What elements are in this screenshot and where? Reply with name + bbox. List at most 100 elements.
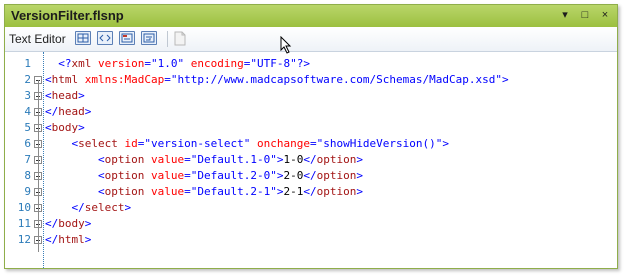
line-number: 8 [24, 169, 31, 182]
code-token: option [316, 153, 357, 166]
code-token: "version-select" [144, 137, 251, 150]
code-token: </ [45, 233, 59, 246]
code-line[interactable]: 11 </body> [5, 216, 605, 232]
code-token: > [78, 121, 85, 134]
line-number: 4 [24, 105, 31, 118]
code-token: id [124, 137, 138, 150]
code-token: "showHideVersion()" [316, 137, 443, 150]
tag-view-button[interactable] [97, 31, 113, 45]
code-token: html [58, 233, 85, 246]
grid-view-icon [77, 33, 89, 43]
code-token: 2-0 [283, 169, 304, 182]
code-line[interactable]: 4 </head> [5, 104, 605, 120]
code-token: = [184, 169, 191, 182]
tag-bar-button[interactable] [119, 31, 135, 45]
code-token: > [356, 153, 363, 166]
code-token: body [58, 217, 85, 230]
code-token: "http://www.madcapsoftware.com/Schemas/M… [170, 73, 502, 86]
close-icon[interactable]: × [599, 8, 611, 22]
code-token: = [164, 73, 171, 86]
line-number: 7 [24, 153, 31, 166]
code-token: option [104, 185, 145, 198]
code-token: value [150, 153, 185, 166]
code-token: < [97, 153, 105, 166]
code-token: </ [71, 201, 85, 214]
code-text: <html xmlns:MadCap="http://www.madcapsof… [45, 72, 509, 88]
code-line[interactable]: 7 <option value="Default.1-0">1-0</optio… [5, 152, 605, 168]
code-line[interactable]: 12 </html> [5, 232, 605, 248]
dropdown-arrow-icon[interactable]: ▾ [559, 8, 571, 22]
wrap-button[interactable] [141, 31, 157, 45]
code-token: xmlns:MadCap [84, 73, 165, 86]
maximize-icon[interactable]: □ [579, 8, 591, 22]
code-token: option [316, 169, 357, 182]
code-token: </ [45, 217, 59, 230]
code-token: < [45, 121, 52, 134]
code-line[interactable]: 6 <select id="version-select" onchange="… [5, 136, 605, 152]
code-token: select [78, 137, 118, 150]
code-token: < [97, 169, 105, 182]
title-bar[interactable]: VersionFilter.flsnp ▾ □ × [5, 5, 617, 28]
code-token: 2-1 [283, 185, 304, 198]
code-token: </ [303, 185, 317, 198]
code-token: value [150, 169, 185, 182]
code-token: = [144, 57, 151, 70]
code-text: <body> [45, 120, 85, 136]
code-token: ?> [296, 57, 310, 70]
line-number: 6 [24, 137, 31, 150]
line-number: 10 [17, 201, 31, 214]
code-line[interactable]: 8 <option value="Default.2-0">2-0</optio… [5, 168, 605, 184]
fold-guide [38, 80, 39, 252]
code-token: > [78, 89, 85, 102]
code-token: version [98, 57, 145, 70]
code-token: = [309, 137, 317, 150]
code-token: html [51, 73, 79, 86]
code-text: </html> [45, 232, 91, 248]
code-token: "Default.2-0" [190, 169, 277, 182]
code-line[interactable]: 3 <head> [5, 88, 605, 104]
code-line[interactable]: 1 <?xml version="1.0" encoding="UTF-8"?> [5, 56, 605, 72]
code-token: select [84, 201, 125, 214]
code-token: "Default.1-0" [190, 153, 277, 166]
code-token: head [58, 105, 85, 118]
code-token: > [356, 185, 363, 198]
code-editor[interactable]: 1 <?xml version="1.0" encoding="UTF-8"?>… [5, 52, 617, 268]
code-token: </ [303, 169, 317, 182]
code-token: "Default.2-1" [190, 185, 277, 198]
code-token: </ [303, 153, 317, 166]
code-token: > [502, 73, 509, 86]
code-line[interactable]: 2 <html xmlns:MadCap="http://www.madcapso… [5, 72, 605, 88]
code-text: <?xml version="1.0" encoding="UTF-8"?> [45, 56, 310, 72]
code-token: < [45, 73, 52, 86]
line-number: 2 [24, 73, 31, 86]
code-line[interactable]: 5 <body> [5, 120, 605, 136]
code-token: = [184, 185, 191, 198]
code-text: <option value="Default.1-0">1-0</option> [45, 152, 363, 168]
code-text: </body> [45, 216, 91, 232]
document-disabled-icon [173, 31, 187, 46]
tag-bar-icon [121, 33, 133, 43]
line-number: 1 [24, 57, 31, 70]
code-token: > [84, 217, 92, 230]
code-token: </ [45, 105, 59, 118]
code-line[interactable]: 9 <option value="Default.2-1">2-1</optio… [5, 184, 605, 200]
line-number: 5 [24, 121, 31, 134]
line-number: 11 [17, 217, 31, 230]
code-text: </select> [45, 200, 132, 216]
toolbar-label: Text Editor [9, 32, 66, 46]
code-line[interactable]: 10 </select> [5, 200, 605, 216]
toolbar-separator [167, 31, 168, 47]
code-text: <option value="Default.2-0">2-0</option> [45, 168, 363, 184]
code-token: option [316, 185, 357, 198]
xml-view-button[interactable] [75, 31, 91, 45]
code-token: <? [58, 57, 72, 70]
code-tags-icon [99, 34, 111, 42]
code-token: = [184, 153, 191, 166]
